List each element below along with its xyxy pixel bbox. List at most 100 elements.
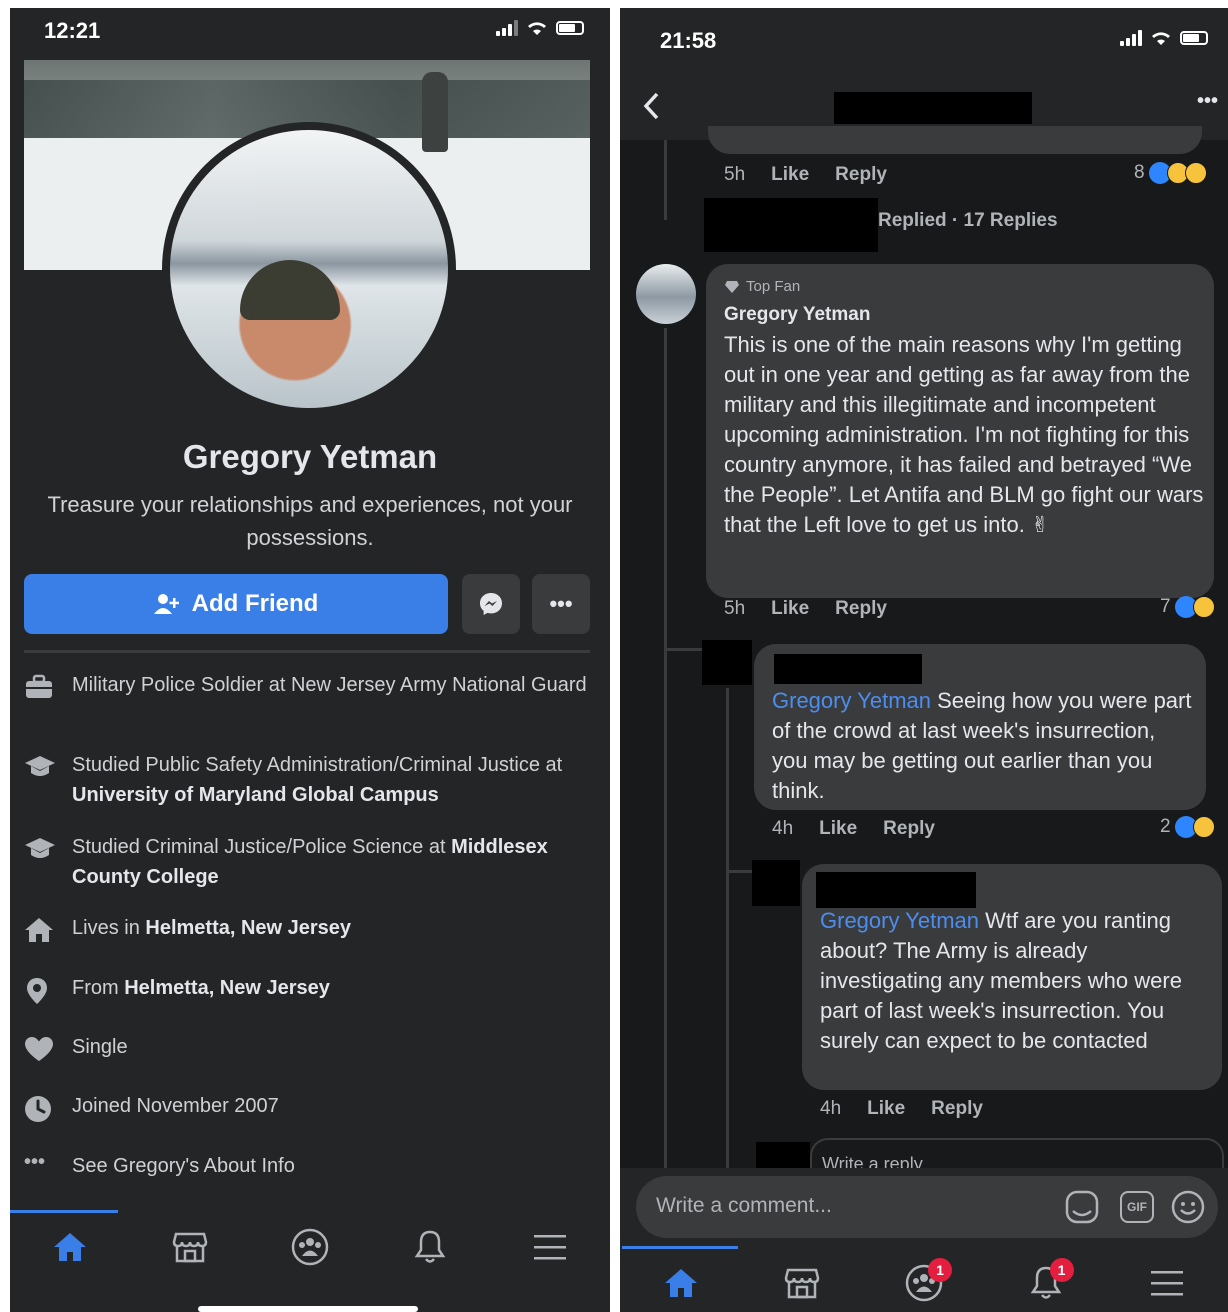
- more-options-icon[interactable]: •••: [1197, 90, 1218, 113]
- add-friend-label: Add Friend: [191, 590, 319, 617]
- thread-connector: [664, 648, 704, 651]
- clock-icon: [25, 1096, 51, 1122]
- mention-link[interactable]: Gregory Yetman: [820, 908, 979, 933]
- tab-marketplace[interactable]: [772, 1258, 832, 1308]
- profile-bio: Treasure your relationships and experien…: [47, 492, 573, 550]
- tab-notifications[interactable]: 1: [1016, 1258, 1076, 1308]
- sticker-icon[interactable]: [1064, 1189, 1100, 1225]
- commenter-avatar[interactable]: [636, 264, 696, 324]
- marketplace-icon: [172, 1232, 208, 1263]
- intro-from-place[interactable]: Helmetta, New Jersey: [124, 977, 330, 999]
- add-friend-button[interactable]: Add Friend: [24, 574, 448, 634]
- comment-thread-screen: 21:58 ••• 5h Like Reply 8 Replied · 17 R…: [620, 8, 1228, 1312]
- tab-groups[interactable]: [280, 1222, 340, 1272]
- comment-time: 4h: [820, 1098, 842, 1119]
- status-time: 12:21: [44, 18, 101, 43]
- reaction-summary[interactable]: 7: [1160, 596, 1215, 618]
- wifi-icon: [528, 22, 546, 35]
- diamond-icon: [725, 280, 739, 293]
- intro-from: From Helmetta, New Jersey: [24, 973, 594, 1010]
- heart-icon: [25, 1037, 53, 1061]
- replies-link[interactable]: Replied · 17 Replies: [878, 210, 1058, 232]
- intro-joined: Joined November 2007: [24, 1091, 594, 1128]
- gif-button[interactable]: GIF: [1120, 1191, 1154, 1223]
- wifi-icon: [1152, 32, 1170, 45]
- profile-picture[interactable]: [162, 122, 456, 416]
- comment-time: 4h: [772, 818, 794, 839]
- comment-author[interactable]: Gregory Yetman: [724, 304, 870, 326]
- thread-line: [726, 688, 729, 1188]
- tab-home[interactable]: [651, 1258, 711, 1308]
- intro-education-1-school[interactable]: University of Maryland Global Campus: [72, 784, 439, 806]
- comment-placeholder: Write a comment...: [656, 1194, 832, 1217]
- reply-link[interactable]: Reply: [835, 598, 887, 620]
- write-reply-placeholder: Write a reply...: [822, 1154, 937, 1168]
- redacted-avatar: [702, 640, 752, 685]
- like-link[interactable]: Like: [867, 1098, 905, 1120]
- like-link[interactable]: Like: [771, 164, 809, 186]
- top-fan-text: Top Fan: [746, 278, 801, 295]
- redacted-author: [816, 872, 976, 908]
- more-options-button[interactable]: •••: [532, 574, 590, 634]
- haha-reaction-icon: [1192, 596, 1215, 618]
- intro-education-1: Studied Public Safety Administration/Cri…: [24, 750, 594, 810]
- redacted-avatar: [752, 860, 800, 906]
- notifications-badge: 1: [1049, 1258, 1074, 1282]
- mention-link[interactable]: Gregory Yetman: [772, 688, 931, 713]
- groups-badge: 1: [927, 1258, 952, 1282]
- reply-link[interactable]: Reply: [835, 164, 887, 186]
- tab-groups[interactable]: 1: [894, 1258, 954, 1308]
- intro-education-1-prefix: Studied Public Safety Administration/Cri…: [72, 754, 563, 776]
- previous-comment-actions: 5h Like Reply: [724, 164, 887, 186]
- emoji-icon[interactable]: [1170, 1189, 1206, 1225]
- intro-education-2-prefix: Studied Criminal Justice/Police Science …: [72, 836, 452, 858]
- write-reply-input[interactable]: Write a reply...: [810, 1138, 1224, 1168]
- redacted-title: [834, 92, 1032, 124]
- main-comment-bubble: Top Fan Gregory Yetman This is one of th…: [706, 264, 1214, 598]
- tab-menu[interactable]: [1137, 1258, 1197, 1308]
- reply-2-text: Gregory Yetman Wtf are you ranting about…: [820, 906, 1214, 1056]
- education-icon: [25, 838, 55, 858]
- education-icon: [25, 756, 55, 776]
- messenger-button[interactable]: [462, 574, 520, 634]
- more-dots-icon: •••: [24, 1151, 46, 1173]
- bottom-tab-bar: [10, 1212, 610, 1282]
- back-icon[interactable]: [642, 92, 660, 120]
- tab-marketplace[interactable]: [160, 1222, 220, 1272]
- tab-notifications[interactable]: [400, 1222, 460, 1272]
- reaction-summary[interactable]: 8: [1134, 162, 1207, 184]
- like-link[interactable]: Like: [819, 818, 857, 840]
- intro-relationship-text: Single: [72, 1036, 128, 1058]
- messenger-icon: [480, 593, 502, 615]
- comment-input[interactable]: Write a comment... GIF: [636, 1176, 1218, 1238]
- thread-connector: [726, 870, 754, 873]
- wow-reaction-icon: [1184, 162, 1207, 184]
- main-comment-actions: 5h Like Reply: [724, 598, 887, 620]
- reply-1-actions: 4h Like Reply: [772, 818, 935, 840]
- reaction-summary[interactable]: 2: [1160, 816, 1215, 838]
- tab-menu[interactable]: [520, 1222, 580, 1272]
- reply-link[interactable]: Reply: [931, 1098, 983, 1120]
- home-indicator: [198, 1306, 418, 1312]
- reply-2-bubble: Gregory Yetman Wtf are you ranting about…: [802, 864, 1222, 1090]
- intro-education-2: Studied Criminal Justice/Police Science …: [24, 832, 594, 892]
- intro-relationship: Single: [24, 1032, 594, 1067]
- redacted-author: [774, 654, 922, 684]
- comment-time: 5h: [724, 164, 746, 185]
- profile-name: Gregory Yetman: [182, 438, 438, 475]
- marketplace-icon: [785, 1268, 820, 1299]
- like-link[interactable]: Like: [771, 598, 809, 620]
- intro-work: Military Police Soldier at New Jersey Ar…: [24, 670, 594, 705]
- location-pin-icon: [27, 978, 47, 1004]
- see-about-info-link[interactable]: ••• See Gregory's About Info: [24, 1151, 594, 1181]
- tab-home[interactable]: [40, 1222, 100, 1272]
- bottom-tab-bar: 1 1: [620, 1248, 1228, 1312]
- comment-text: This is one of the main reasons why I'm …: [724, 332, 1204, 537]
- reply-link[interactable]: Reply: [883, 818, 935, 840]
- intro-joined-text: Joined November 2007: [72, 1095, 279, 1117]
- reply-1-bubble: Gregory Yetman Seeing how you were part …: [754, 644, 1206, 810]
- reply-2-actions: 4h Like Reply: [820, 1098, 983, 1120]
- intro-lives-in-place[interactable]: Helmetta, New Jersey: [145, 917, 351, 939]
- status-time: 21:58: [660, 28, 717, 53]
- comment-time: 5h: [724, 598, 746, 619]
